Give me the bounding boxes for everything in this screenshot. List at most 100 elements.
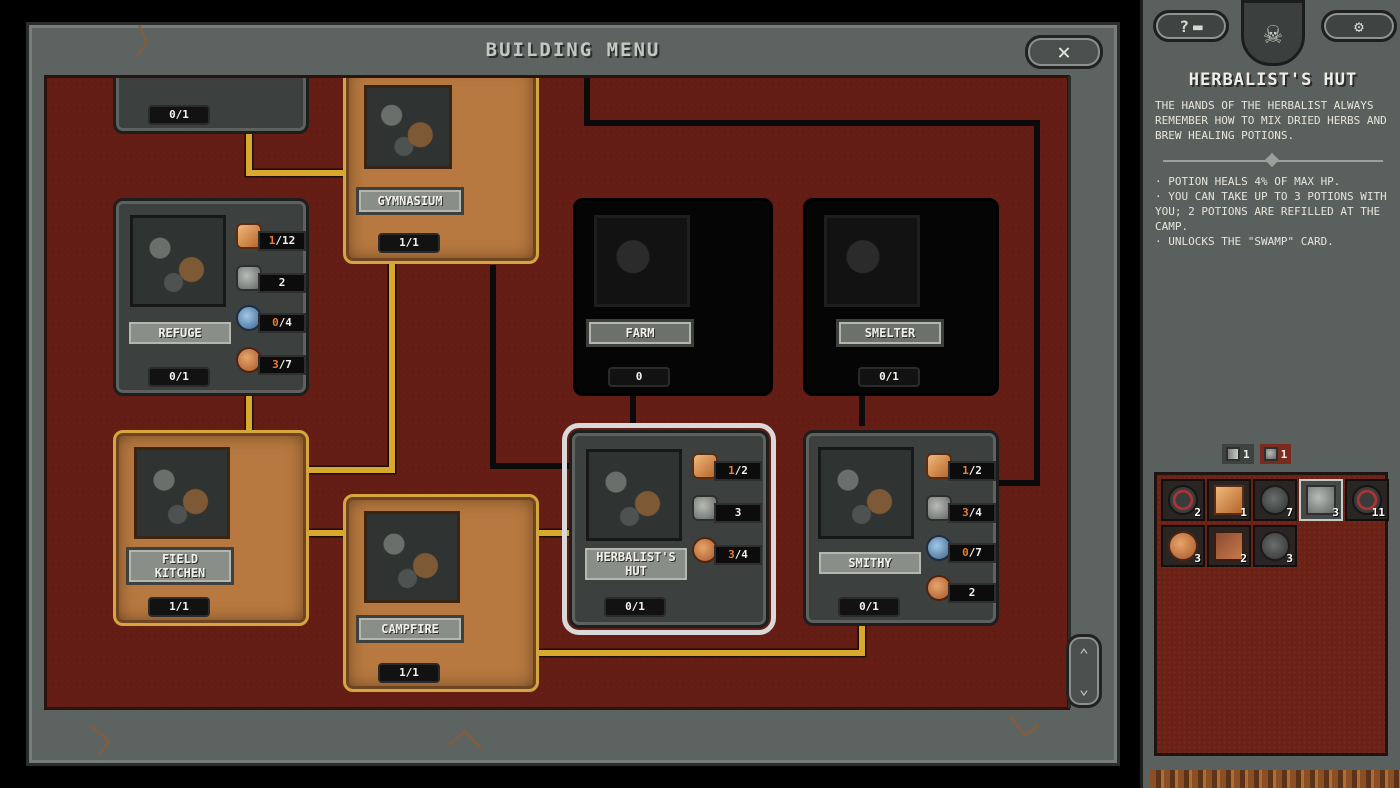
building-tree-area[interactable]: 0/1 GYMNASIUM 1/1 REFUGE 0/1 1/12 2 0/4 … xyxy=(44,75,1070,710)
building-card-gymnasium[interactable]: GYMNASIUM 1/1 xyxy=(343,78,539,264)
scroll-down-icon[interactable]: ⌄ xyxy=(1079,679,1089,698)
resource-amount: 1/2 xyxy=(714,461,762,481)
building-count: 0 xyxy=(608,367,670,387)
resource-amount: 0/4 xyxy=(258,313,306,333)
skull-emblem: ☠ xyxy=(1241,0,1305,66)
slot-count: 11 xyxy=(1371,506,1385,519)
resource-cost-orb: 0/7 xyxy=(926,535,1000,565)
tag-count: 1 xyxy=(1243,447,1250,461)
resource-amount: 3/4 xyxy=(948,503,996,523)
inventory-tag-cards: 1 xyxy=(1259,444,1292,464)
slot-count: 3 xyxy=(1194,552,1201,565)
resource-cost-stone: 3/4 xyxy=(926,495,1000,525)
resource-cost-food: 3/4 xyxy=(692,537,766,567)
slot-count: 3 xyxy=(1286,552,1293,565)
building-name-plate xyxy=(126,78,234,81)
resource-cost-food: 3/7 xyxy=(236,347,310,377)
shovel-icon: ▬ xyxy=(1193,16,1203,36)
side-panel-header: ? ▬ ☠ ⚙ xyxy=(1149,0,1397,66)
campfire-artwork xyxy=(364,511,460,603)
resource-amount: 3/4 xyxy=(714,545,762,565)
help-button[interactable]: ? ▬ xyxy=(1153,10,1229,42)
effect-line: · POTION HEALS 4% OF MAX HP. xyxy=(1155,175,1341,188)
grid-card-icon xyxy=(1263,447,1278,461)
inventory-slot[interactable]: 7 xyxy=(1253,479,1297,521)
building-count: 0/1 xyxy=(148,367,210,387)
farm-artwork xyxy=(594,215,690,307)
inventory-slot[interactable]: 3 xyxy=(1299,479,1343,521)
close-icon: ✕ xyxy=(1057,39,1071,65)
building-name-plate: HERBALIST'S HUT xyxy=(582,545,690,583)
gear-icon: ⚙ xyxy=(1354,16,1364,36)
building-card-top-left[interactable]: 0/1 xyxy=(113,78,309,134)
resource-cost-stone: 2 xyxy=(236,265,310,295)
close-button[interactable]: ✕ xyxy=(1025,35,1103,69)
resource-amount: 2 xyxy=(948,583,996,603)
resource-cost-food: 2 xyxy=(926,575,1000,605)
building-name-plate: REFUGE xyxy=(126,319,234,347)
resource-amount: 1/12 xyxy=(258,231,306,251)
building-name-plate: FARM xyxy=(586,319,694,347)
skull-icon: ☠ xyxy=(1263,15,1283,51)
inventory-slot[interactable]: 1 xyxy=(1207,479,1251,521)
smelter-artwork xyxy=(824,215,920,307)
inventory-slot[interactable]: 3 xyxy=(1161,525,1205,567)
smithy-artwork xyxy=(818,447,914,539)
inventory-tags: 1 1 xyxy=(1222,444,1292,464)
building-name-plate: GYMNASIUM xyxy=(356,187,464,215)
building-card-herbalists-hut[interactable]: HERBALIST'S HUT 0/1 1/2 3 3/4 xyxy=(562,423,776,635)
menu-title: BUILDING MENU xyxy=(485,39,661,61)
resource-cost-stone: 3 xyxy=(692,495,766,525)
shovel-icon xyxy=(1226,447,1240,461)
building-count: 1/1 xyxy=(378,663,440,683)
slot-count: 1 xyxy=(1240,506,1247,519)
effect-line: · UNLOCKS THE "SWAMP" CARD. xyxy=(1155,235,1334,248)
resource-cost-wood: 1/2 xyxy=(692,453,766,483)
scroll-buttons[interactable]: ⌃ ⌄ xyxy=(1066,634,1102,708)
building-card-smelter[interactable]: SMELTER 0/1 xyxy=(803,198,999,396)
resource-amount: 0/7 xyxy=(948,543,996,563)
resource-inventory: 2 1 7 3 11 3 2 3 xyxy=(1154,472,1389,756)
inventory-slot[interactable]: 2 xyxy=(1161,479,1205,521)
building-card-refuge[interactable]: REFUGE 0/1 1/12 2 0/4 3/7 xyxy=(113,198,309,396)
building-info-description: THE HANDS OF THE HERBALIST ALWAYS REMEMB… xyxy=(1155,99,1387,142)
resource-cost-orb: 0/4 xyxy=(236,305,310,335)
help-icon: ? xyxy=(1179,16,1189,36)
building-info-title: HERBALIST'S HUT xyxy=(1188,70,1358,90)
resource-amount: 1/2 xyxy=(948,461,996,481)
slot-count: 2 xyxy=(1240,552,1247,565)
resource-amount: 2 xyxy=(258,273,306,293)
field-kitchen-artwork xyxy=(134,447,230,539)
building-card-field-kitchen[interactable]: FIELD KITCHEN 1/1 xyxy=(113,430,309,626)
resource-cost-wood: 1/12 xyxy=(236,223,310,253)
building-count: 0/1 xyxy=(148,105,210,125)
effect-line: · YOU CAN TAKE UP TO 3 POTIONS WITH YOU;… xyxy=(1155,190,1387,233)
herbalists-hut-artwork xyxy=(586,449,682,541)
building-count: 1/1 xyxy=(378,233,440,253)
inventory-slot[interactable]: 11 xyxy=(1345,479,1389,521)
settings-button[interactable]: ⚙ xyxy=(1321,10,1397,42)
inventory-slot[interactable]: 2 xyxy=(1207,525,1251,567)
slot-count: 2 xyxy=(1194,506,1201,519)
building-count: 0/1 xyxy=(604,597,666,617)
building-name-plate: FIELD KITCHEN xyxy=(126,547,234,585)
slot-count: 3 xyxy=(1332,506,1339,519)
building-card-campfire[interactable]: CAMPFIRE 1/1 xyxy=(343,494,539,692)
building-name-plate: SMELTER xyxy=(836,319,944,347)
tag-count: 1 xyxy=(1280,447,1288,461)
inventory-tag-tools: 1 xyxy=(1222,444,1254,464)
building-card-farm[interactable]: FARM 0 xyxy=(573,198,773,396)
refuge-artwork xyxy=(130,215,226,307)
inventory-slot[interactable]: 3 xyxy=(1253,525,1297,567)
gymnasium-artwork xyxy=(364,85,452,169)
building-count: 0/1 xyxy=(838,597,900,617)
ground-decoration xyxy=(1150,770,1400,788)
building-name-plate: SMITHY xyxy=(816,549,924,577)
building-info-effects: · POTION HEALS 4% OF MAX HP. · YOU CAN T… xyxy=(1155,174,1393,249)
scrollbar-track[interactable] xyxy=(1068,76,1094,708)
slot-count: 7 xyxy=(1286,506,1293,519)
resource-amount: 3 xyxy=(714,503,762,523)
info-divider xyxy=(1163,160,1383,168)
scroll-up-icon[interactable]: ⌃ xyxy=(1079,645,1089,664)
building-card-smithy[interactable]: SMITHY 0/1 1/2 3/4 0/7 2 xyxy=(803,430,999,626)
